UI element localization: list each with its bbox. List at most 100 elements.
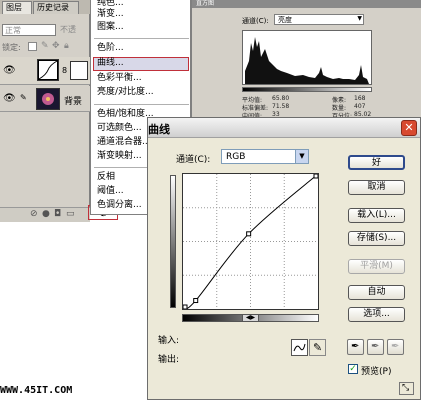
- lock-all-icon[interactable]: 🔒︎: [64, 41, 69, 51]
- curve-tool-button[interactable]: [291, 339, 308, 356]
- opacity-label: 不透: [60, 25, 76, 34]
- menu-item-invert[interactable]: 反相: [97, 172, 115, 183]
- menu-item-channel-mixer[interactable]: 通道混合器...: [97, 137, 151, 148]
- close-icon: ✕: [404, 121, 414, 134]
- link-layers-icon[interactable]: ⊘: [30, 209, 38, 219]
- curves-thumbnail-icon: [38, 60, 58, 80]
- input-label: 输入:: [158, 336, 180, 346]
- menu-separator: [94, 38, 189, 39]
- blend-mode-value: 正常: [5, 26, 21, 35]
- white-eyedropper-button[interactable]: ✒: [387, 339, 404, 355]
- layers-panel: 图层 历史记录 正常 不透 锁定: ✎ ✥ 🔒︎ 👁︎ 8 👁︎ ✎ 背景 ⊘ …: [0, 0, 90, 222]
- pencil-icon: ✎: [313, 341, 323, 354]
- curves-channel-label: 通道(C):: [176, 155, 211, 165]
- menu-item-solid-color[interactable]: 纯色...: [97, 0, 124, 9]
- stat-mean-value: 65.80: [272, 95, 290, 102]
- chevron-down-icon[interactable]: ▼: [295, 150, 308, 163]
- preview-checkbox[interactable]: ✓: [348, 364, 358, 374]
- black-eyedropper-button[interactable]: ✒: [347, 339, 364, 355]
- tab-history[interactable]: 历史记录: [33, 1, 79, 14]
- curve-control-point[interactable]: [313, 173, 319, 179]
- curves-dialog-title: 曲线: [148, 123, 170, 136]
- curve-control-point[interactable]: [182, 304, 188, 310]
- curve-control-point[interactable]: [246, 231, 252, 237]
- curves-channel-select[interactable]: RGB ▼: [221, 149, 309, 164]
- curves-layer-thumbnail: [37, 59, 59, 81]
- lock-transparency-icon[interactable]: [28, 42, 37, 51]
- gray-eyedropper-icon: ✒: [371, 341, 380, 352]
- histogram-channel-value: 亮度: [278, 16, 292, 24]
- save-button[interactable]: 存储(S)...: [348, 231, 405, 246]
- smooth-button: 平滑(M): [348, 259, 405, 274]
- ok-button[interactable]: 好: [348, 155, 405, 170]
- flower-thumbnail-icon: [42, 93, 54, 105]
- curve-graph-svg[interactable]: [182, 173, 319, 310]
- menu-item-selective-color[interactable]: 可选颜色...: [97, 123, 142, 134]
- menu-item-gradient[interactable]: 渐变...: [97, 9, 124, 20]
- curves-dialog: 曲线 ✕ 通道(C): RGB ▼ ◀▶ 输入: 输出: ✎ 好 取消 载入(L…: [147, 117, 421, 400]
- curve-graph[interactable]: [182, 173, 319, 310]
- blend-mode-select[interactable]: 正常: [2, 24, 56, 36]
- layer-mask-thumbnail: [70, 61, 88, 80]
- stat-std-value: 71.58: [272, 103, 290, 110]
- cancel-button[interactable]: 取消: [348, 180, 405, 195]
- curves-layer-row[interactable]: 👁︎ 8: [0, 57, 90, 85]
- gradient-toggle-icon[interactable]: ◀▶: [242, 314, 259, 322]
- load-button[interactable]: 载入(L)...: [348, 208, 405, 223]
- menu-item-posterize[interactable]: 色调分离...: [97, 200, 142, 211]
- tab-layers[interactable]: 图层: [2, 1, 32, 14]
- background-layer-name: 背景: [64, 97, 83, 107]
- menu-item-brightness-contrast[interactable]: 亮度/对比度...: [97, 87, 154, 98]
- new-group-icon[interactable]: ▭: [66, 209, 75, 219]
- watermark: WWW.45IT.COM: [0, 385, 73, 396]
- menu-item-gradient-map[interactable]: 渐变映射...: [97, 151, 142, 162]
- menu-item-pattern[interactable]: 图案...: [97, 22, 124, 33]
- visibility-eye-icon[interactable]: 👁︎: [3, 65, 16, 76]
- add-mask-icon[interactable]: ◘: [54, 209, 61, 219]
- close-button[interactable]: ✕: [401, 120, 417, 136]
- pencil-tool-button[interactable]: ✎: [309, 339, 326, 356]
- curves-channel-value: RGB: [226, 152, 246, 162]
- output-label: 输出:: [158, 355, 180, 365]
- white-eyedropper-icon: ✒: [391, 341, 400, 352]
- lock-brush-icon[interactable]: ✎: [41, 41, 49, 51]
- options-button[interactable]: 选项...: [348, 307, 405, 322]
- stat-count-value: 407: [354, 103, 366, 110]
- chain-link-icon: 8: [62, 66, 68, 75]
- layer-style-icon[interactable]: ●: [42, 209, 50, 219]
- layers-panel-tabbar: 图层 历史记录: [0, 0, 90, 14]
- menu-separator: [94, 104, 189, 105]
- lock-move-icon[interactable]: ✥: [52, 41, 60, 51]
- brush-icon: ✎: [20, 93, 27, 102]
- background-layer-row[interactable]: 👁︎ ✎ 背景: [0, 86, 90, 112]
- auto-button[interactable]: 自动: [348, 285, 405, 300]
- curves-dialog-titlebar[interactable]: 曲线 ✕: [148, 118, 420, 138]
- histogram-channel-label: 通道(C):: [242, 17, 269, 25]
- expand-dialog-button[interactable]: ⤡: [399, 382, 414, 395]
- visibility-eye-icon[interactable]: 👁︎: [3, 93, 16, 104]
- menu-item-hue-saturation[interactable]: 色相/饱和度...: [97, 109, 154, 120]
- menu-item-threshold[interactable]: 阈值...: [97, 186, 124, 197]
- gray-eyedropper-button[interactable]: ✒: [367, 339, 384, 355]
- checkmark-icon: ✓: [349, 364, 357, 374]
- preview-label[interactable]: 预览(P): [361, 364, 391, 377]
- menu-item-color-balance[interactable]: 色彩平衡...: [97, 73, 142, 84]
- curve-tool-icon: [293, 343, 306, 352]
- menu-item-levels[interactable]: 色阶...: [97, 43, 124, 54]
- curve-control-point[interactable]: [193, 298, 199, 304]
- histogram-channel-select[interactable]: 亮度 ▼: [274, 14, 364, 25]
- histogram-panel: 直方图 通道(C): 亮度 ▼ 平均值: 65.80 像素: 168 标准偏差:…: [191, 0, 421, 120]
- output-gradient-bar: [170, 175, 176, 308]
- background-layer-thumbnail: [36, 88, 60, 110]
- black-eyedropper-icon: ✒: [351, 341, 360, 352]
- expand-icon: ⤡: [402, 383, 410, 393]
- stat-pixels-value: 168: [354, 95, 366, 102]
- layers-bottom-toolbar: ⊘ ● ◘ ▭: [0, 207, 90, 222]
- input-gradient-bar: ◀▶: [182, 314, 319, 322]
- histogram-graph: [242, 30, 372, 85]
- histogram-gradient-bar: [242, 87, 372, 92]
- chevron-down-icon: ▼: [357, 15, 362, 22]
- histogram-graph-image: [245, 37, 369, 84]
- histogram-panel-title: 直方图: [192, 0, 421, 8]
- menu-item-curves[interactable]: 曲线...: [97, 58, 124, 69]
